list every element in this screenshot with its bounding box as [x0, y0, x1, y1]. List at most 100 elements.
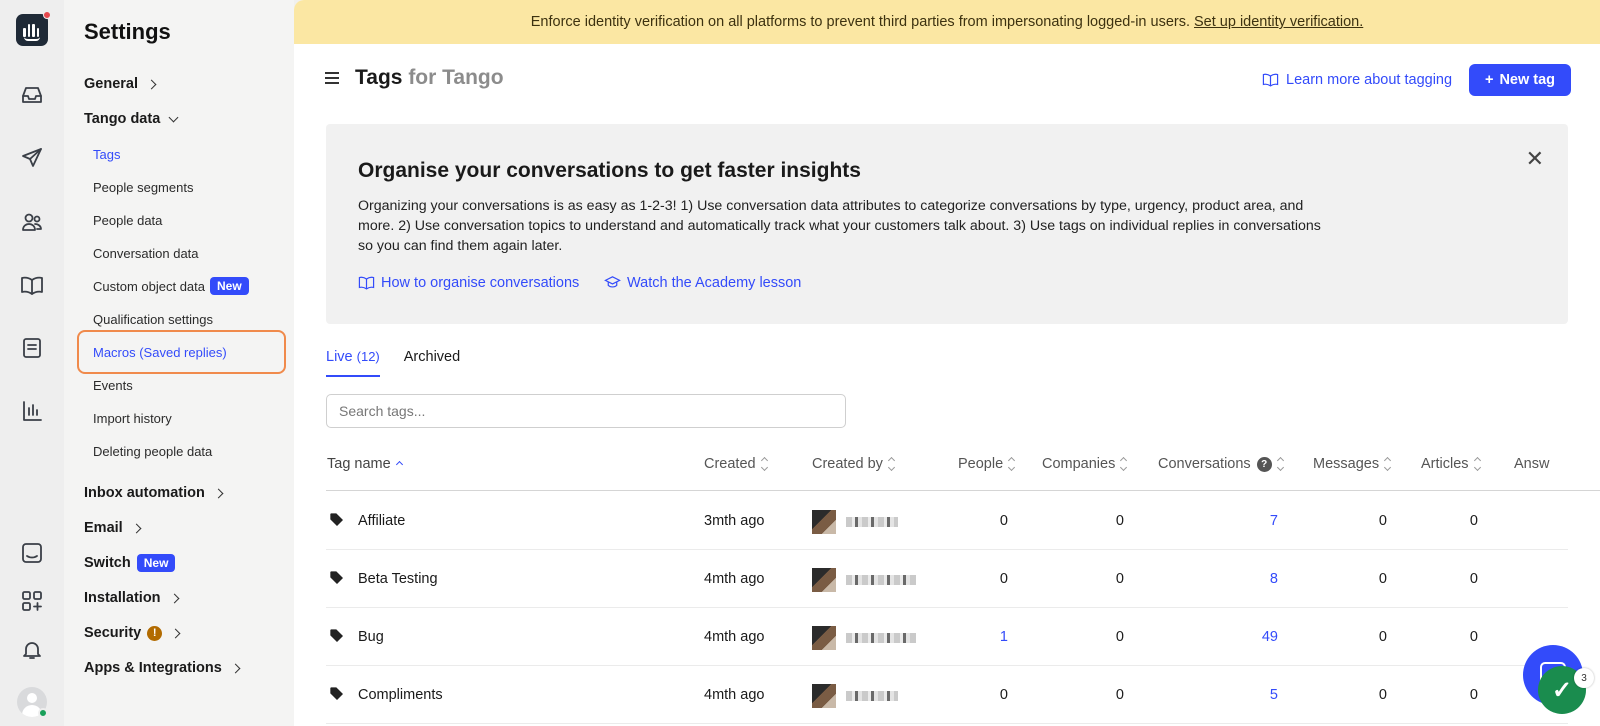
table-row[interactable]: Affiliate 3mth ago 0 0 7 0 0: [326, 492, 1568, 550]
menu-toggle-icon[interactable]: [325, 72, 339, 84]
close-icon[interactable]: ✕: [1526, 146, 1544, 172]
sidebar-item-tags[interactable]: Tags: [93, 147, 120, 162]
tab-label: Live: [326, 349, 353, 365]
companies-count: 0: [1115, 571, 1124, 587]
setup-identity-link[interactable]: Set up identity verification.: [1194, 14, 1363, 30]
messages-count: 0: [1378, 629, 1387, 645]
sidebar-section-installation[interactable]: Installation: [84, 590, 179, 606]
help-icon[interactable]: ?: [1256, 456, 1272, 472]
sidebar-item-events[interactable]: Events: [93, 378, 133, 393]
sidebar-item-label: Deleting people data: [93, 444, 213, 459]
table-row[interactable]: Bug 4mth ago 1 0 49 0 0: [326, 608, 1568, 666]
how-to-organise-link[interactable]: How to organise conversations: [358, 274, 579, 291]
tag-name[interactable]: Bug: [358, 629, 384, 645]
tag-name[interactable]: Compliments: [358, 687, 443, 703]
reports-panel-icon[interactable]: [14, 330, 50, 366]
companies-count: 0: [1115, 513, 1124, 529]
column-messages[interactable]: Messages: [1313, 456, 1392, 472]
user-avatar: [812, 626, 836, 650]
learn-more-link[interactable]: Learn more about tagging: [1262, 71, 1452, 88]
table-row[interactable]: Beta Testing 4mth ago 0 0 8 0 0: [326, 550, 1568, 608]
bell-icon[interactable]: [14, 632, 50, 668]
sidebar-section-email[interactable]: Email: [84, 520, 142, 536]
conversations-count[interactable]: 49: [1238, 629, 1278, 645]
user-avatar: [812, 510, 836, 534]
chevron-right-icon: [230, 663, 241, 673]
conversations-count[interactable]: 7: [1238, 513, 1278, 529]
promo-card: Organise your conversations to get faste…: [326, 124, 1568, 324]
new-tag-label: New tag: [1499, 72, 1556, 88]
column-answers[interactable]: Answ: [1514, 456, 1549, 472]
inbox-icon[interactable]: [14, 77, 50, 113]
outbound-send-icon[interactable]: [14, 140, 50, 176]
chevron-down-icon: [168, 112, 179, 122]
apps-grid-icon[interactable]: [14, 583, 50, 619]
academy-lesson-link[interactable]: Watch the Academy lesson: [604, 274, 801, 291]
tag-name[interactable]: Affiliate: [358, 513, 405, 529]
redacted-name: [846, 691, 898, 701]
sidebar-item-people-segments[interactable]: People segments: [93, 180, 193, 195]
messages-count: 0: [1378, 687, 1387, 703]
companies-count: 0: [1115, 629, 1124, 645]
sidebar-item-qualification-settings[interactable]: Qualification settings: [93, 312, 213, 327]
sidebar-item-deleting-people-data[interactable]: Deleting people data: [93, 444, 212, 459]
tab-archived[interactable]: Archived: [404, 349, 460, 377]
new-badge: New: [210, 277, 249, 295]
sidebar-section-label: Inbox automation: [84, 485, 205, 501]
sidebar-section-security[interactable]: Security!: [84, 625, 181, 641]
new-tag-button[interactable]: + New tag: [1469, 64, 1571, 96]
sort-asc-icon: [395, 460, 403, 468]
sidebar-item-custom-object-data[interactable]: Custom object data New: [93, 277, 249, 295]
knowledge-book-icon[interactable]: [14, 267, 50, 303]
column-companies[interactable]: Companies: [1042, 456, 1128, 472]
intercom-logo-icon[interactable]: [16, 11, 51, 46]
contacts-icon[interactable]: [14, 204, 50, 240]
table-row[interactable]: Compliments 4mth ago 0 0 5 0 0: [326, 666, 1568, 724]
sort-icon: [1473, 456, 1481, 472]
column-created[interactable]: Created: [704, 456, 768, 472]
column-people[interactable]: People: [958, 456, 1016, 472]
articles-count: 0: [1469, 687, 1478, 703]
created-date: 4mth ago: [704, 629, 765, 645]
sidebar-section-switch[interactable]: Switch New: [84, 554, 176, 572]
highlight-outline: [77, 330, 286, 374]
tag-name[interactable]: Beta Testing: [358, 571, 438, 587]
column-created-by[interactable]: Created by: [812, 456, 895, 472]
sidebar-item-import-history[interactable]: Import history: [93, 411, 172, 426]
conversations-count[interactable]: 8: [1238, 571, 1278, 587]
sidebar-section-inbox-automation[interactable]: Inbox automation: [84, 485, 224, 501]
created-by-user: [812, 510, 898, 534]
tag-icon: [329, 570, 345, 586]
people-count[interactable]: 1: [968, 629, 1008, 645]
bar-chart-icon[interactable]: [14, 393, 50, 429]
messenger-preview-icon[interactable]: [14, 535, 50, 571]
sidebar-section-apps-integrations[interactable]: Apps & Integrations: [84, 660, 241, 676]
icon-rail: [0, 0, 64, 726]
plus-icon: +: [1484, 72, 1494, 88]
learn-more-label: Learn more about tagging: [1286, 71, 1453, 88]
book-icon: [358, 276, 375, 290]
tag-icon: [329, 628, 345, 644]
sidebar-section-tango-data[interactable]: Tango data: [84, 111, 179, 127]
sidebar-section-label: Switch: [84, 555, 131, 571]
settings-title: Settings: [84, 19, 171, 44]
chevron-right-icon: [169, 593, 179, 603]
tab-count: (12): [356, 349, 380, 364]
link-label: Watch the Academy lesson: [627, 274, 802, 291]
sort-icon: [1276, 456, 1284, 472]
tab-live[interactable]: Live (12): [326, 349, 380, 377]
redacted-name: [846, 575, 916, 585]
created-date: 3mth ago: [704, 513, 765, 529]
sidebar-section-general[interactable]: General: [84, 76, 157, 92]
sidebar-item-people-data[interactable]: People data: [93, 213, 162, 228]
redacted-name: [846, 517, 898, 527]
search-tags-input[interactable]: [326, 394, 846, 428]
sidebar-item-conversation-data[interactable]: Conversation data: [93, 246, 199, 261]
chevron-right-icon: [131, 523, 142, 533]
column-conversations[interactable]: Conversations?: [1158, 456, 1284, 472]
online-status-dot: [38, 708, 48, 718]
column-articles[interactable]: Articles: [1421, 456, 1481, 472]
column-tag-name[interactable]: Tag name: [327, 456, 403, 472]
conversations-count[interactable]: 5: [1238, 687, 1278, 703]
created-by-user: [812, 568, 916, 592]
